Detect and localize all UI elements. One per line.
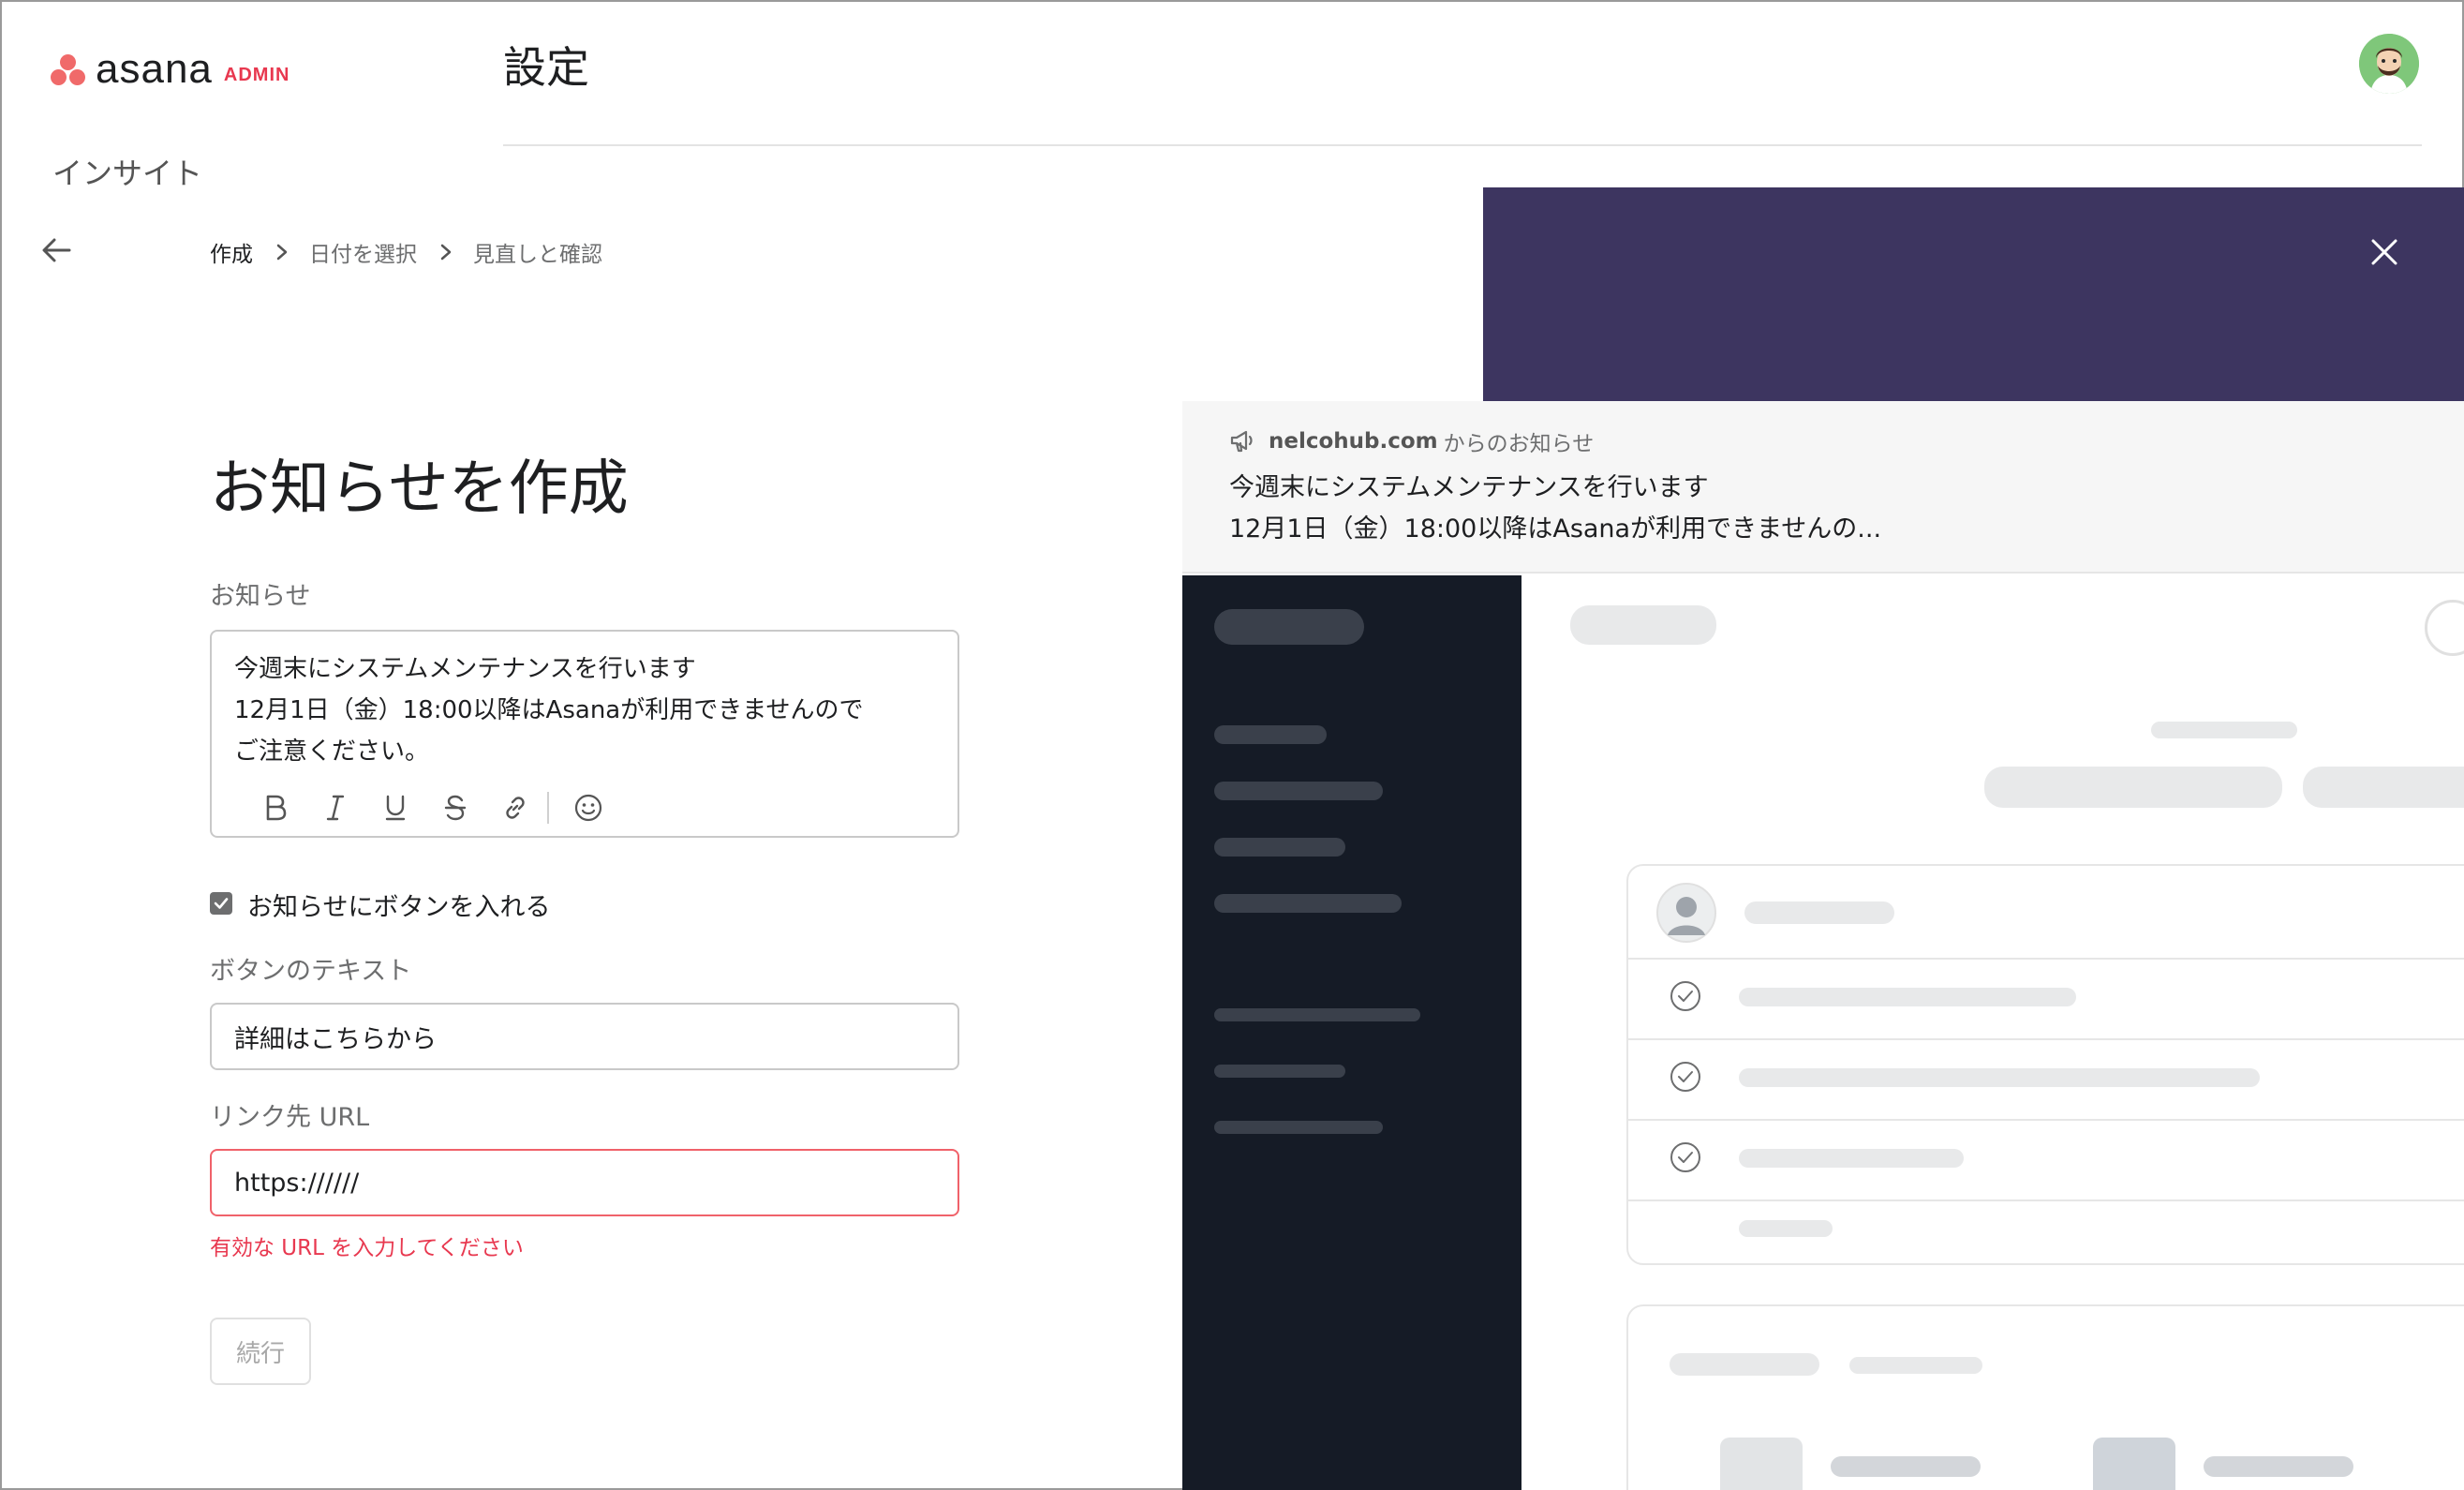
breadcrumb-step-create[interactable]: 作成 bbox=[210, 236, 253, 268]
megaphone-icon bbox=[1230, 430, 1253, 453]
row-divider bbox=[1628, 1038, 2464, 1040]
url-value: https:////// bbox=[234, 1168, 360, 1198]
button-text-input[interactable]: 詳細はこちらから bbox=[210, 1003, 959, 1070]
banner-source: nelcohub.com からのお知らせ bbox=[1229, 425, 1594, 457]
breadcrumb-step-date[interactable]: 日付を選択 bbox=[309, 236, 417, 268]
preview-header bbox=[1483, 187, 2464, 403]
continue-button[interactable]: 続行 bbox=[210, 1318, 311, 1385]
url-input[interactable]: https:////// bbox=[210, 1149, 959, 1216]
announcement-preview: nelcohub.com からのお知らせ 今週末にシステムメンテナンスを行います… bbox=[1182, 401, 2464, 1490]
skeleton-bar bbox=[1984, 767, 2282, 808]
include-button-checkbox[interactable] bbox=[210, 892, 232, 915]
notice-text[interactable]: 今週末にシステムメンテナンスを行います 12月1日（金）18:00以降はAsan… bbox=[234, 648, 863, 772]
section-title-insight: インサイト bbox=[52, 156, 203, 191]
skeleton-bar bbox=[1739, 988, 2076, 1006]
check-circle-icon bbox=[1670, 1142, 1700, 1172]
link-icon[interactable] bbox=[485, 791, 545, 825]
notice-line: 12月1日（金）18:00以降はAsanaが利用できませんので bbox=[234, 696, 864, 724]
breadcrumb-step-review[interactable]: 見直しと確認 bbox=[473, 236, 602, 268]
breadcrumb: 作成 日付を選択 見直しと確認 bbox=[210, 236, 602, 268]
skeleton-bar bbox=[2303, 767, 2464, 808]
avatar-face-icon bbox=[2359, 34, 2419, 94]
skeleton-bar bbox=[1214, 894, 1402, 913]
banner-from: からのお知らせ bbox=[1443, 432, 1595, 456]
skeleton-task-card bbox=[1626, 864, 2464, 1265]
skeleton-bar bbox=[1214, 782, 1383, 800]
skeleton-bar bbox=[1214, 609, 1364, 645]
skeleton-card bbox=[1626, 1304, 2464, 1490]
banner-title: 今週末にシステムメンテナンスを行います bbox=[1229, 473, 1709, 502]
admin-badge: ADMIN bbox=[223, 64, 290, 85]
skeleton-bar bbox=[1214, 725, 1327, 744]
header-divider bbox=[503, 144, 2422, 146]
italic-icon[interactable] bbox=[305, 791, 365, 825]
button-text-value: 詳細はこちらから bbox=[234, 1024, 437, 1054]
skeleton-bar bbox=[1739, 1220, 1833, 1237]
asana-logo-icon bbox=[49, 51, 88, 88]
close-icon[interactable] bbox=[2368, 236, 2400, 268]
chevron-right-icon bbox=[276, 244, 288, 261]
toolbar-divider bbox=[547, 792, 549, 824]
emoji-icon[interactable] bbox=[558, 791, 618, 825]
strikethrough-icon[interactable] bbox=[425, 791, 485, 825]
user-placeholder-icon bbox=[1656, 883, 1716, 943]
url-label: リンク先 URL bbox=[210, 1103, 370, 1132]
form-title: お知らせを作成 bbox=[210, 454, 629, 524]
skeleton-bar bbox=[2151, 722, 2297, 738]
row-divider bbox=[1628, 1119, 2464, 1121]
row-divider bbox=[1628, 958, 2464, 960]
skeleton-tile bbox=[2093, 1438, 2175, 1490]
notice-editor[interactable]: 今週末にシステムメンテナンスを行います 12月1日（金）18:00以降はAsan… bbox=[210, 630, 959, 838]
notice-label: お知らせ bbox=[210, 582, 311, 611]
skeleton-bar bbox=[1849, 1357, 1982, 1374]
skeleton-bar bbox=[1831, 1456, 1981, 1477]
check-circle-icon bbox=[1670, 1062, 1700, 1092]
skeleton-bar bbox=[1739, 1068, 2260, 1087]
underline-icon[interactable] bbox=[365, 791, 425, 825]
logo-wordmark: asana bbox=[96, 46, 213, 92]
row-divider bbox=[1628, 1199, 2464, 1201]
asana-admin-logo[interactable]: asana ADMIN bbox=[49, 49, 289, 90]
user-avatar[interactable] bbox=[2359, 34, 2419, 94]
skeleton-bar bbox=[1214, 1008, 1420, 1021]
include-button-label[interactable]: お知らせにボタンを入れる bbox=[247, 887, 550, 923]
skeleton-bar bbox=[1214, 1065, 1345, 1078]
skeleton-bar bbox=[1214, 838, 1345, 857]
button-text-label: ボタンのテキスト bbox=[210, 957, 412, 986]
skeleton-circle bbox=[2425, 600, 2464, 656]
announcement-banner: nelcohub.com からのお知らせ 今週末にシステムメンテナンスを行います… bbox=[1182, 401, 2464, 574]
skeleton-bar bbox=[2204, 1456, 2353, 1477]
preview-sidebar bbox=[1182, 575, 1521, 1490]
check-circle-icon bbox=[1670, 981, 1700, 1011]
banner-body: 12月1日（金）18:00以降はAsanaが利用できませんの... bbox=[1229, 514, 1882, 544]
skeleton-tile bbox=[1720, 1438, 1803, 1490]
url-error-message: 有効な URL を入力してください bbox=[210, 1236, 524, 1260]
page-title: 設定 bbox=[503, 42, 589, 93]
skeleton-bar bbox=[1670, 1353, 1819, 1376]
bold-icon[interactable] bbox=[245, 791, 305, 825]
notice-line: ご注意ください。 bbox=[234, 738, 430, 766]
skeleton-bar bbox=[1744, 901, 1894, 924]
banner-domain: nelcohub.com bbox=[1269, 429, 1438, 454]
checkmark-icon bbox=[214, 898, 229, 909]
skeleton-bar bbox=[1214, 1121, 1383, 1134]
format-toolbar bbox=[245, 791, 618, 825]
skeleton-bar bbox=[1739, 1149, 1964, 1168]
notice-line: 今週末にシステムメンテナンスを行います bbox=[234, 655, 696, 683]
chevron-right-icon bbox=[440, 244, 452, 261]
skeleton-bar bbox=[1570, 605, 1716, 645]
back-arrow-icon[interactable] bbox=[37, 234, 75, 266]
